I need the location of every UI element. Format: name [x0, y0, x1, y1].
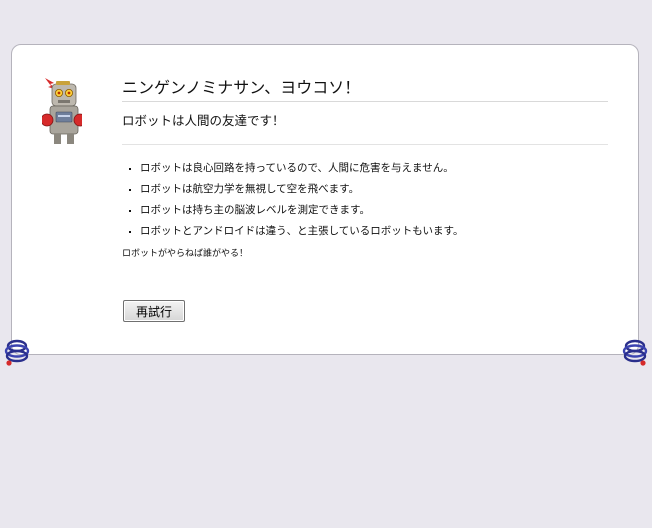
retry-button[interactable]: 再試行	[123, 300, 185, 322]
error-panel: ニンゲンノミナサン、ヨウコソ！ ロボットは人間の友達です！ ロボットは良心回路を…	[11, 44, 639, 355]
spring-icon	[4, 339, 30, 366]
error-bullet-list: ロボットは良心回路を持っているので、人間に危害を与えません。 ロボットは航空力学…	[122, 160, 608, 244]
bullet-item: ロボットは良心回路を持っているので、人間に危害を与えません。	[140, 160, 608, 181]
error-title: ニンゲンノミナサン、ヨウコソ！	[122, 77, 608, 102]
error-footnote: ロボットがやらねば誰がやる！	[122, 249, 249, 259]
bullet-item: ロボットとアンドロイドは違う、と主張しているロボットもいます。	[140, 223, 608, 244]
error-page: ニンゲンノミナサン、ヨウコソ！ ロボットは人間の友達です！ ロボットは良心回路を…	[0, 0, 652, 528]
bullet-item: ロボットは持ち主の脳波レベルを測定できます。	[140, 202, 608, 223]
robot-icon	[42, 78, 82, 144]
bullet-item: ロボットは航空力学を無視して空を飛べます。	[140, 181, 608, 202]
spring-icon	[622, 339, 648, 366]
error-content: ニンゲンノミナサン、ヨウコソ！ ロボットは人間の友達です！ ロボットは良心回路を…	[122, 77, 608, 259]
error-subtitle: ロボットは人間の友達です！	[122, 102, 608, 145]
